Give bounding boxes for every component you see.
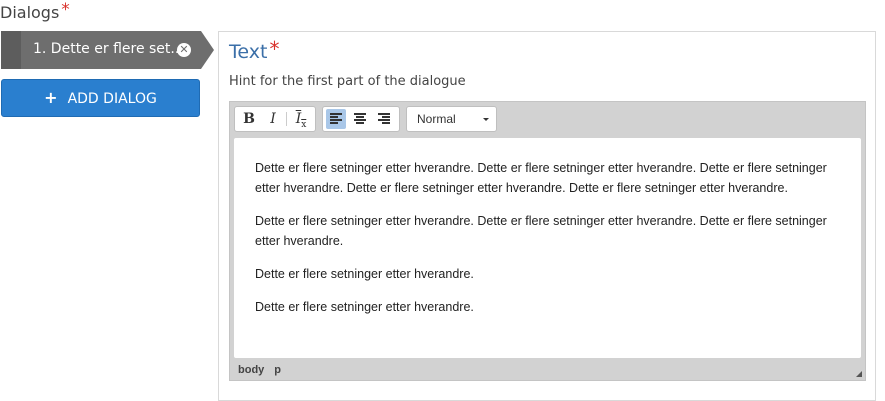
align-center-button[interactable] — [350, 109, 370, 129]
format-dropdown[interactable]: Normal — [406, 106, 497, 132]
align-left-button[interactable] — [326, 109, 346, 129]
remove-format-button[interactable]: Ix — [291, 109, 311, 130]
align-right-icon — [378, 113, 390, 125]
rich-text-editor: B I Ix Normal Dette er flere setninger e… — [229, 101, 866, 381]
text-field-title: Text * — [229, 37, 279, 65]
remove-format-sub: x — [301, 119, 307, 130]
add-dialog-label: ADD DIALOG — [67, 91, 157, 107]
paragraph: Dette er flere setninger etter hverandre… — [255, 267, 474, 281]
dialog-tab-arrow — [201, 31, 214, 69]
basic-styles-group: B I Ix — [234, 106, 316, 132]
dialogs-label-text: Dialogs — [0, 3, 60, 22]
chevron-down-icon — [483, 118, 489, 121]
bold-button[interactable]: B — [239, 109, 259, 129]
dialog-tab-1[interactable]: 1. Dette er flere set... ✕ — [1, 31, 214, 69]
align-right-button[interactable] — [374, 109, 394, 129]
path-item-p[interactable]: p — [274, 364, 281, 376]
close-icon[interactable]: ✕ — [177, 43, 191, 57]
required-marker: * — [61, 0, 70, 20]
element-path-bar: body p — [238, 364, 291, 376]
dialogs-label: Dialogs * — [0, 0, 70, 23]
paragraph: Dette er flere setninger etter hverandre… — [255, 161, 827, 195]
dialog-tab-label: 1. Dette er flere set... — [33, 41, 184, 57]
editor-content-area[interactable]: Dette er flere setninger etter hverandre… — [234, 138, 861, 358]
paragraph: Dette er flere setninger etter hverandre… — [255, 214, 827, 248]
resize-handle-icon[interactable] — [856, 371, 862, 377]
path-item-body[interactable]: body — [238, 364, 264, 376]
required-marker: * — [269, 37, 280, 61]
toolbar-separator — [286, 112, 287, 126]
drag-handle[interactable] — [1, 31, 21, 69]
alignment-group — [322, 106, 400, 132]
align-center-icon — [354, 113, 366, 125]
paragraph: Dette er flere setninger etter hverandre… — [255, 300, 474, 314]
text-field-title-label: Text — [229, 41, 268, 63]
align-left-icon — [330, 113, 342, 125]
text-field-hint: Hint for the first part of the dialogue — [229, 74, 466, 89]
add-dialog-button[interactable]: + ADD DIALOG — [1, 79, 200, 117]
italic-button[interactable]: I — [263, 109, 283, 129]
format-value: Normal — [417, 112, 456, 126]
plus-icon: + — [44, 88, 58, 107]
